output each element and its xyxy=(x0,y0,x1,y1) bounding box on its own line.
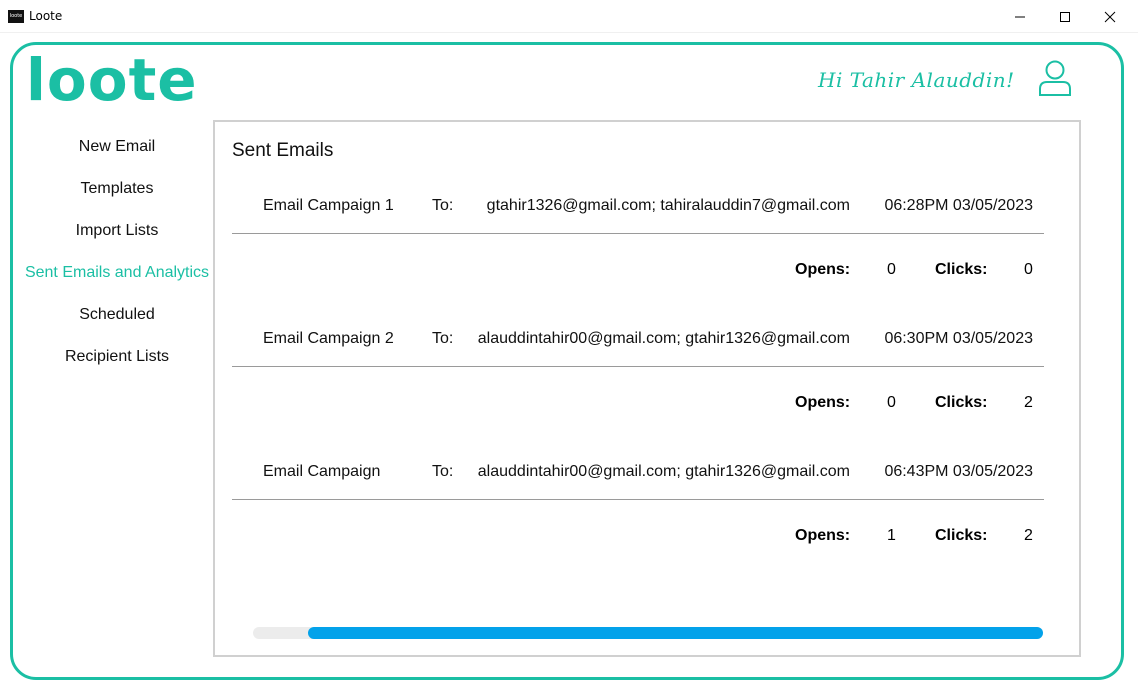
campaign-card[interactable]: Email Campaign To: alauddintahir00@gmail… xyxy=(232,458,1044,558)
sidebar-item-scheduled[interactable]: Scheduled xyxy=(18,296,216,338)
sidebar-item-new-email[interactable]: New Email xyxy=(18,128,216,170)
opens-label: Opens: xyxy=(795,261,851,278)
clicks-count: 2 xyxy=(1024,527,1033,544)
app-logo: loote xyxy=(26,46,198,114)
maximize-icon xyxy=(1060,11,1070,22)
sidebar-item-recipient-lists[interactable]: Recipient Lists xyxy=(18,338,216,380)
user-greeting: Hi Tahir Alauddin! xyxy=(818,68,1015,92)
clicks-label: Clicks: xyxy=(935,527,988,544)
campaign-sent-time: 06:30PM 03/05/2023 xyxy=(884,330,1033,347)
page-title: Sent Emails xyxy=(232,140,334,161)
close-button[interactable] xyxy=(1087,0,1133,33)
horizontal-scrollbar[interactable] xyxy=(253,627,1043,639)
user-icon[interactable] xyxy=(1036,58,1074,98)
opens-count: 1 xyxy=(887,527,896,544)
divider xyxy=(232,366,1044,367)
clicks-count: 2 xyxy=(1024,394,1033,411)
opens-label: Opens: xyxy=(795,527,851,544)
campaign-sent-time: 06:43PM 03/05/2023 xyxy=(884,463,1033,480)
close-icon xyxy=(1104,11,1116,22)
opens-count: 0 xyxy=(887,261,896,278)
minimize-icon xyxy=(1015,16,1025,17)
scrollbar-thumb[interactable] xyxy=(308,627,1043,639)
campaign-recipients: alauddintahir00@gmail.com; gtahir1326@gm… xyxy=(477,330,850,347)
to-label: To: xyxy=(432,330,454,347)
window-title: Loote xyxy=(29,9,63,23)
sent-emails-panel: Sent Emails Email Campaign 1 To: gtahir1… xyxy=(213,120,1081,657)
campaign-name: Email Campaign xyxy=(263,463,381,480)
campaign-recipients: gtahir1326@gmail.com; tahiralauddin7@gma… xyxy=(486,197,850,214)
to-label: To: xyxy=(432,463,454,480)
maximize-button[interactable] xyxy=(1042,0,1088,33)
minimize-button[interactable] xyxy=(997,0,1043,33)
campaign-card[interactable]: Email Campaign 2 To: alauddintahir00@gma… xyxy=(232,325,1044,425)
to-label: To: xyxy=(432,197,454,214)
clicks-label: Clicks: xyxy=(935,261,988,278)
sidebar-item-sent-emails[interactable]: Sent Emails and Analytics xyxy=(18,254,216,296)
divider xyxy=(232,499,1044,500)
divider xyxy=(232,233,1044,234)
clicks-label: Clicks: xyxy=(935,394,988,411)
campaign-recipients: alauddintahir00@gmail.com; gtahir1326@gm… xyxy=(477,463,850,480)
opens-label: Opens: xyxy=(795,394,851,411)
window-titlebar: loote Loote xyxy=(0,0,1138,33)
campaign-name: Email Campaign 1 xyxy=(263,197,394,214)
sidebar-item-templates[interactable]: Templates xyxy=(18,170,216,212)
sidebar-item-import-lists[interactable]: Import Lists xyxy=(18,212,216,254)
sidebar-nav: New Email Templates Import Lists Sent Em… xyxy=(18,128,216,380)
campaign-sent-time: 06:28PM 03/05/2023 xyxy=(884,197,1033,214)
app-icon: loote xyxy=(8,10,24,23)
campaign-card[interactable]: Email Campaign 1 To: gtahir1326@gmail.co… xyxy=(232,192,1044,292)
opens-count: 0 xyxy=(887,394,896,411)
campaign-name: Email Campaign 2 xyxy=(263,330,394,347)
clicks-count: 0 xyxy=(1024,261,1033,278)
